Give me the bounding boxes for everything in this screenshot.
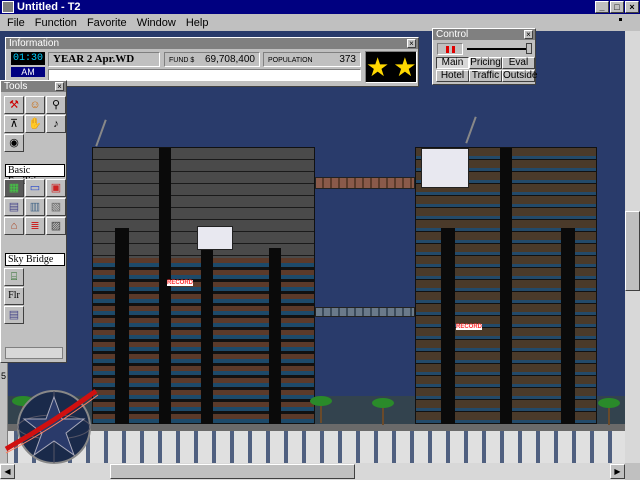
vertical-scrollbar[interactable] [625, 31, 640, 463]
ruler-label: 5 [1, 371, 7, 381]
record-shop-sign: RECORD [167, 280, 194, 286]
speed-slider-knob[interactable] [526, 43, 532, 54]
elevator-shaft[interactable] [500, 148, 512, 433]
hotel-button[interactable]: Hotel [436, 70, 469, 82]
office-icon[interactable]: ▭ [25, 179, 45, 197]
cleaner-icon[interactable]: ◉ [4, 134, 24, 152]
sky-bridge[interactable] [315, 307, 415, 317]
control-close-button[interactable]: × [524, 30, 533, 39]
skybridge-icon[interactable]: ⌸ [4, 268, 24, 286]
elevator-shaft[interactable] [201, 228, 213, 433]
antenna [465, 116, 477, 144]
floor-icon[interactable]: Flr [4, 287, 24, 305]
basic-facilities-label: Basic Facilities [5, 164, 65, 187]
population-display: POPULATION 373 [263, 52, 361, 67]
left-tower[interactable]: RECORD [92, 147, 315, 433]
sky-bridge-label: Sky Bridge [5, 253, 65, 266]
restaurant-icon[interactable]: ⌂ [4, 217, 24, 235]
hotel-room-icon[interactable]: ▥ [25, 198, 45, 216]
population-label: POPULATION [268, 57, 313, 64]
vertical-scroll-thumb[interactable] [625, 211, 640, 291]
right-tower[interactable]: RECORD [415, 147, 597, 433]
control-title: Control [436, 29, 469, 40]
main-button[interactable]: Main [436, 57, 469, 69]
palm-tree [310, 396, 332, 423]
minimize-button[interactable]: _ [595, 1, 609, 13]
sky-tools: ⌸ Flr ▤ [4, 268, 24, 324]
pricing-button[interactable]: Pricing [469, 57, 502, 69]
menu-bar: File Function Favorite Window Help [0, 14, 640, 31]
globe-logo-icon[interactable] [4, 383, 100, 475]
condo-icon[interactable]: ▤ [4, 198, 24, 216]
information-title: Information [9, 38, 60, 49]
information-window: Information × 01:30 AM YEAR 2 Apr.WD FUN… [5, 37, 419, 87]
palm-tree [372, 398, 394, 425]
menu-dot [619, 18, 622, 21]
elevator-shaft[interactable] [159, 148, 171, 433]
maximize-button[interactable]: □ [610, 1, 624, 13]
elevator-shaft[interactable] [269, 248, 281, 433]
microphone-icon[interactable]: ♪ [46, 115, 66, 133]
elevator-shaft[interactable] [561, 228, 575, 433]
star-icons: ★★ [366, 51, 421, 82]
control-title-bar[interactable]: Control × [433, 29, 535, 40]
traffic-button[interactable]: Traffic [469, 70, 502, 82]
fund-value: 69,708,400 [204, 54, 255, 65]
menu-function[interactable]: Function [30, 17, 82, 29]
elevator-shaft[interactable] [115, 228, 129, 433]
stairs-icon[interactable]: ≣ [25, 217, 45, 235]
elevator-shaft[interactable] [441, 228, 455, 433]
outside-button[interactable]: Outside [502, 70, 537, 82]
tools-window: Tools × ⚒ ☺ ⚲ ⊼ ✋ ♪ ◉ Basic Facilities ▦… [0, 80, 67, 363]
ampm-indicator: AM [11, 67, 45, 77]
app-icon[interactable] [2, 1, 14, 13]
menu-file[interactable]: File [2, 17, 30, 29]
menu-favorite[interactable]: Favorite [82, 17, 132, 29]
palm-tree [598, 398, 620, 425]
speed-control [437, 43, 533, 55]
elevator-icon[interactable]: ▧ [46, 198, 66, 216]
hand-icon[interactable]: ✋ [25, 115, 45, 133]
control-window: Control × Main Pricing Eval Hotel Traffi… [432, 28, 537, 85]
escalator-icon[interactable]: ▤ [4, 306, 24, 324]
tripod-icon[interactable]: ⊼ [4, 115, 24, 133]
record-shop-sign: RECORD [456, 324, 483, 330]
scroll-right-arrow-icon[interactable]: ▶ [610, 464, 625, 479]
shop-icon[interactable]: ▣ [46, 179, 66, 197]
tools-title-bar[interactable]: Tools × [1, 81, 66, 92]
pause-button[interactable] [437, 43, 463, 55]
date-display: YEAR 2 Apr.WD [48, 52, 160, 67]
close-button[interactable]: × [625, 1, 639, 13]
star-rating: ★★ [365, 51, 417, 83]
lobby-icon[interactable]: ▦ [4, 179, 24, 197]
fund-label: FUND $ [169, 57, 195, 64]
tower-sign [197, 226, 233, 250]
menu-help[interactable]: Help [181, 17, 214, 29]
population-value: 373 [339, 54, 356, 65]
horizontal-scroll-thumb[interactable] [110, 464, 355, 479]
parking-icon[interactable]: ▨ [46, 217, 66, 235]
hammer-icon[interactable]: ⚒ [4, 96, 24, 114]
clock-display: 01:30 [11, 52, 45, 65]
antenna [95, 119, 107, 147]
sky-bridge[interactable] [315, 177, 415, 189]
title-bar: Untitled - T2 _ □ × [0, 0, 640, 14]
speed-slider[interactable] [467, 48, 531, 50]
top-tools: ⚒ ☺ ⚲ ⊼ ✋ ♪ ◉ [4, 96, 66, 152]
information-title-bar[interactable]: Information × [6, 38, 418, 49]
fund-display: FUND $ 69,708,400 [164, 52, 260, 67]
window-title: Untitled - T2 [17, 1, 81, 13]
tools-close-button[interactable]: × [55, 82, 64, 91]
basic-tools: ▦ ▭ ▣ ▤ ▥ ▧ ⌂ ≣ ▨ [4, 179, 66, 235]
message-bar [48, 69, 361, 81]
clerk-icon[interactable]: ☺ [25, 96, 45, 114]
information-close-button[interactable]: × [407, 39, 416, 48]
tools-title: Tools [4, 81, 28, 92]
eval-button[interactable]: Eval [502, 57, 535, 69]
magnifier-icon[interactable]: ⚲ [46, 96, 66, 114]
menu-window[interactable]: Window [132, 17, 181, 29]
tower-sign [421, 148, 469, 188]
tools-scrollbar[interactable] [5, 347, 63, 359]
